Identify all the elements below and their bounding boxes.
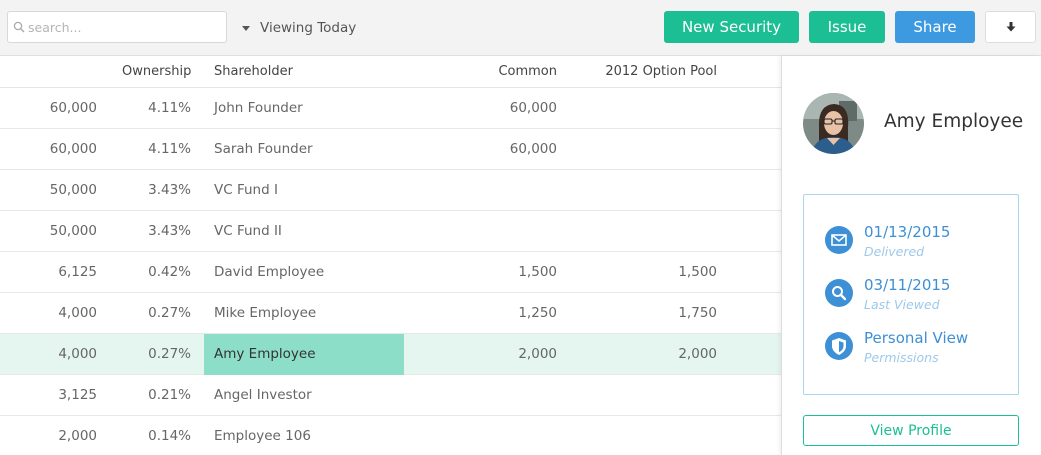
shareholder-cell[interactable]: David Employee — [214, 264, 324, 280]
column-header-common[interactable]: Common — [498, 64, 557, 79]
shareholder-cell[interactable]: Angel Investor — [214, 387, 312, 403]
shares-cell: 3,125 — [58, 387, 97, 403]
common-cell: 1,500 — [518, 264, 557, 280]
envelope-icon — [825, 226, 853, 254]
download-arrow-icon — [1006, 22, 1015, 32]
ownership-cell: 3.43% — [148, 182, 191, 198]
ownership-cell: 0.27% — [148, 305, 191, 321]
toolbar: Viewing Today New Security Issue Share — [0, 0, 1041, 56]
table-row[interactable]: 50,000 3.43% VC Fund II — [0, 211, 781, 252]
delivered-label: Delivered — [864, 244, 925, 259]
table-row[interactable]: 50,000 3.43% VC Fund I — [0, 170, 781, 211]
status-box: 01/13/2015 Delivered 03/11/2015 Last Vie… — [803, 194, 1019, 395]
shareholder-cell[interactable]: Sarah Founder — [214, 141, 313, 157]
shares-cell: 50,000 — [49, 223, 97, 239]
table-row[interactable]: 60,000 4.11% Sarah Founder 60,000 — [0, 129, 781, 170]
shareholder-detail-panel: Amy Employee 01/13/2015 Delivered 03/11/… — [781, 56, 1041, 455]
issue-button[interactable]: Issue — [809, 11, 885, 43]
ownership-cell: 3.43% — [148, 223, 191, 239]
permission-value[interactable]: Personal View — [864, 329, 968, 347]
option-pool-cell: 1,500 — [678, 264, 717, 280]
shares-cell: 50,000 — [49, 182, 97, 198]
viewing-dropdown[interactable]: Viewing Today — [242, 18, 356, 38]
search-input[interactable] — [28, 12, 223, 42]
ownership-cell: 0.42% — [148, 264, 191, 280]
shareholder-cell[interactable]: Mike Employee — [214, 305, 316, 321]
shares-cell: 2,000 — [58, 428, 97, 444]
shareholder-cell[interactable]: VC Fund II — [214, 223, 282, 239]
last-viewed-label: Last Viewed — [864, 297, 940, 312]
shares-cell: 6,125 — [58, 264, 97, 280]
delivered-date: 01/13/2015 — [864, 223, 951, 241]
avatar — [803, 93, 864, 154]
viewing-label: Viewing Today — [260, 20, 357, 36]
common-cell: 60,000 — [509, 100, 557, 116]
ownership-cell: 0.21% — [148, 387, 191, 403]
download-button[interactable] — [985, 11, 1036, 43]
ownership-cell: 4.11% — [148, 141, 191, 157]
search-icon — [13, 21, 25, 33]
magnifier-icon — [825, 279, 853, 307]
view-profile-button[interactable]: View Profile — [803, 415, 1019, 446]
option-pool-cell: 1,750 — [678, 305, 717, 321]
shares-cell: 60,000 — [49, 141, 97, 157]
shareholder-cell[interactable]: VC Fund I — [214, 182, 278, 198]
share-button[interactable]: Share — [895, 11, 975, 43]
shield-icon — [825, 332, 853, 360]
ownership-cell: 0.27% — [148, 346, 191, 362]
table-row[interactable]: 4,000 0.27% Mike Employee 1,250 1,750 — [0, 293, 781, 334]
common-cell: 2,000 — [518, 346, 557, 362]
column-header-option-pool[interactable]: 2012 Option Pool — [605, 64, 717, 79]
table-row[interactable]: 2,000 0.14% Employee 106 — [0, 416, 781, 455]
ownership-cell: 0.14% — [148, 428, 191, 444]
table-header: Ownership Shareholder Common 2012 Option… — [0, 56, 781, 88]
shares-cell: 4,000 — [58, 346, 97, 362]
last-viewed-date: 03/11/2015 — [864, 276, 951, 294]
column-header-ownership[interactable]: Ownership — [122, 64, 191, 79]
table-row[interactable]: 3,125 0.21% Angel Investor — [0, 375, 781, 416]
column-header-shareholder[interactable]: Shareholder — [214, 64, 293, 79]
common-cell: 1,250 — [518, 305, 557, 321]
common-cell: 60,000 — [509, 141, 557, 157]
shares-cell: 60,000 — [49, 100, 97, 116]
shareholder-cell[interactable]: John Founder — [214, 100, 303, 116]
new-security-button[interactable]: New Security — [664, 11, 799, 43]
shareholder-cell[interactable]: Employee 106 — [214, 428, 311, 444]
shares-cell: 4,000 — [58, 305, 97, 321]
table-row[interactable]: 4,000 0.27% Amy Employee 2,000 2,000 — [0, 334, 781, 375]
shareholder-cell[interactable]: Amy Employee — [214, 346, 316, 362]
permission-label: Permissions — [864, 350, 939, 365]
caret-down-icon — [242, 26, 250, 31]
ownership-cell: 4.11% — [148, 100, 191, 116]
table-row[interactable]: 60,000 4.11% John Founder 60,000 — [0, 88, 781, 129]
option-pool-cell: 2,000 — [678, 346, 717, 362]
table-row[interactable]: 6,125 0.42% David Employee 1,500 1,500 — [0, 252, 781, 293]
search-box[interactable] — [7, 11, 227, 43]
shareholder-name: Amy Employee — [884, 111, 1024, 132]
